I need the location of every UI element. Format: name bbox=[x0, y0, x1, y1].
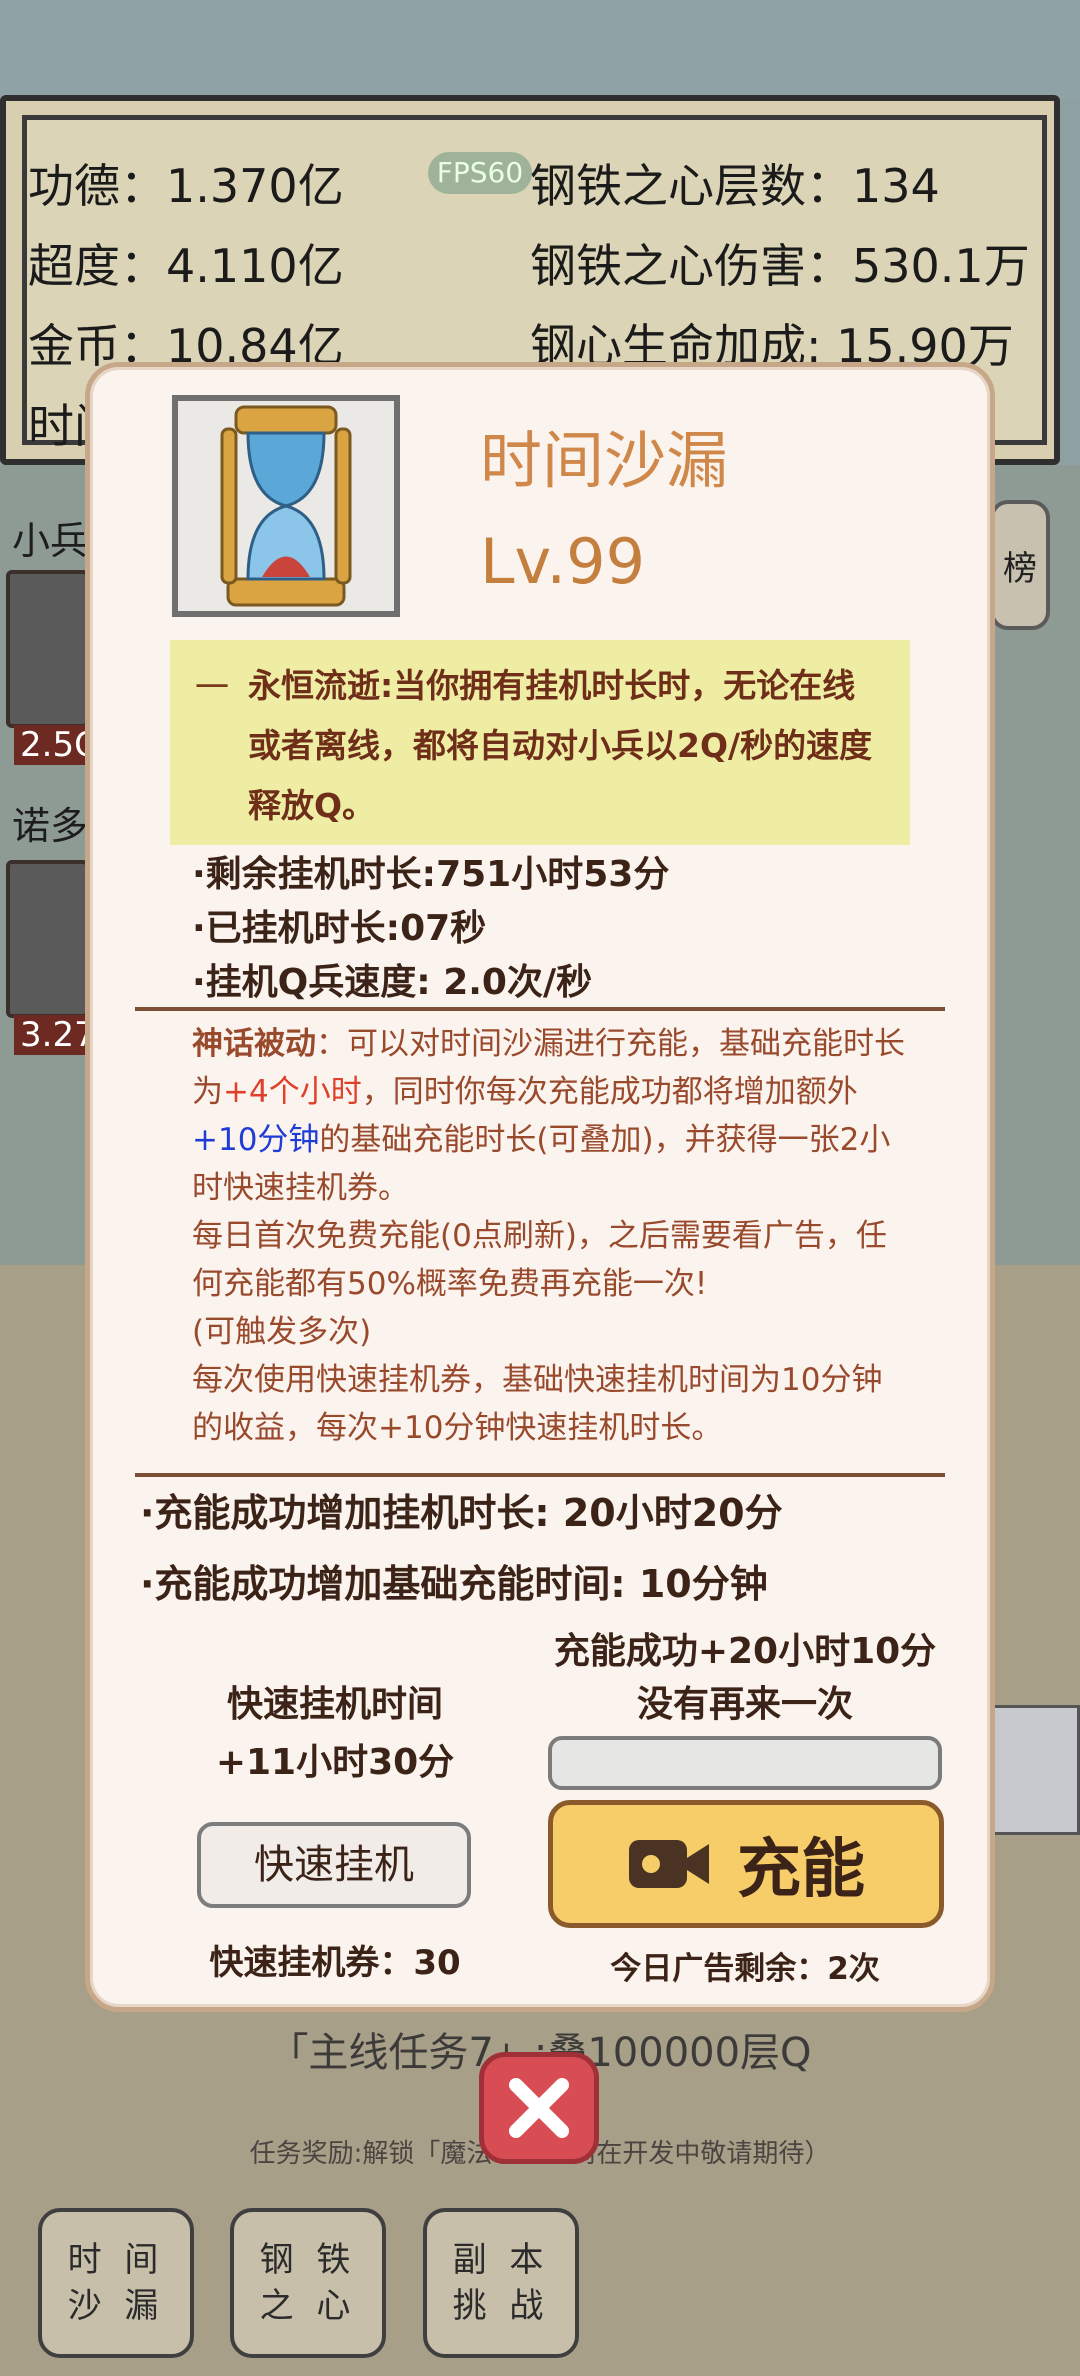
nuo-card[interactable] bbox=[6, 860, 89, 1018]
charge-add-base: ·充能成功增加基础充能时间: 10分钟 bbox=[140, 1562, 768, 1606]
divider-bottom bbox=[135, 1473, 945, 1477]
steel-layers-stat: 钢铁之心层数：134 bbox=[530, 159, 940, 213]
passive-base-charge: +4个小时 bbox=[223, 1074, 362, 1110]
nav-hourglass[interactable]: 时 间 沙 漏 bbox=[38, 2208, 194, 2358]
item-level: Lv.99 bbox=[480, 525, 646, 598]
hourglass-icon bbox=[220, 405, 352, 607]
fps-badge: FPS60 bbox=[428, 152, 532, 194]
charge-no-repeat: 没有再来一次 bbox=[636, 1684, 853, 1725]
nav-steel-heart[interactable]: 钢 铁 之 心 bbox=[230, 2208, 386, 2358]
mythic-passive: 神话被动：可以对时间沙漏进行充能，基础充能时长为+4个小时，同时你每次充能成功都… bbox=[192, 1020, 912, 1452]
charge-button[interactable]: 充能 bbox=[548, 1800, 944, 1928]
passive-extra-charge: +10分钟 bbox=[192, 1122, 320, 1158]
merit-stat: 功德：1.370亿 bbox=[28, 159, 344, 213]
nav-dungeon[interactable]: 副 本 挑 战 bbox=[423, 2208, 579, 2358]
rank-button[interactable]: 榜 bbox=[990, 500, 1050, 630]
ads-remaining: 今日广告剩余：2次 bbox=[610, 1951, 880, 1987]
quick-time-value: +11小时30分 bbox=[215, 1742, 455, 1783]
passive-label: 神话被动 bbox=[192, 1026, 316, 1062]
heart-slot[interactable] bbox=[990, 1705, 1080, 1835]
close-button[interactable] bbox=[479, 2052, 599, 2164]
top-strip bbox=[0, 0, 1080, 100]
passive-text-5: (可触发多次) bbox=[192, 1314, 372, 1350]
idle-speed: ·挂机Q兵速度: 2.0次/秒 bbox=[192, 962, 593, 1003]
transcend-stat: 超度：4.110亿 bbox=[28, 239, 344, 293]
quick-tickets-count: 快速挂机券：30 bbox=[209, 1943, 461, 1983]
soldier-label: 小兵 bbox=[12, 519, 89, 563]
divider-top bbox=[135, 1007, 945, 1011]
steel-damage-stat: 钢铁之心伤害：530.1万 bbox=[530, 239, 1030, 293]
charge-button-label: 充能 bbox=[737, 1833, 865, 1907]
description-dash: 一 bbox=[195, 668, 229, 708]
close-icon bbox=[509, 2078, 569, 2138]
nuo-label: 诺多 bbox=[12, 804, 89, 848]
elapsed-time: ·已挂机时长:07秒 bbox=[192, 908, 487, 949]
item-icon-frame bbox=[172, 395, 400, 617]
quick-time-label: 快速挂机时间 bbox=[226, 1684, 443, 1725]
video-camera-icon bbox=[629, 1840, 709, 1888]
item-title: 时间沙漏 bbox=[480, 424, 729, 497]
charge-progress-bar bbox=[548, 1736, 942, 1790]
soldier-card[interactable] bbox=[6, 570, 89, 728]
passive-text-6: 每次使用快速挂机券，基础快速挂机时间为10分钟的收益，每次+10分钟快速挂机时长… bbox=[192, 1362, 883, 1446]
skill-description: 永恒流逝:当你拥有挂机时长时，无论在线或者离线，都将自动对小兵以2Q/秒的速度释… bbox=[248, 666, 873, 825]
quick-idle-button[interactable]: 快速挂机 bbox=[197, 1822, 471, 1908]
passive-text-4: 每日首次免费充能(0点刷新)，之后需要看广告，任何充能都有50%概率免费再充能一… bbox=[192, 1218, 887, 1302]
charge-add-time: ·充能成功增加挂机时长: 20小时20分 bbox=[140, 1491, 783, 1535]
remaining-time: ·剩余挂机时长:751小时53分 bbox=[192, 854, 670, 895]
charge-result: 充能成功+20小时10分 bbox=[553, 1631, 937, 1672]
passive-text-2: ，同时你每次充能成功都将增加额外 bbox=[361, 1074, 858, 1110]
